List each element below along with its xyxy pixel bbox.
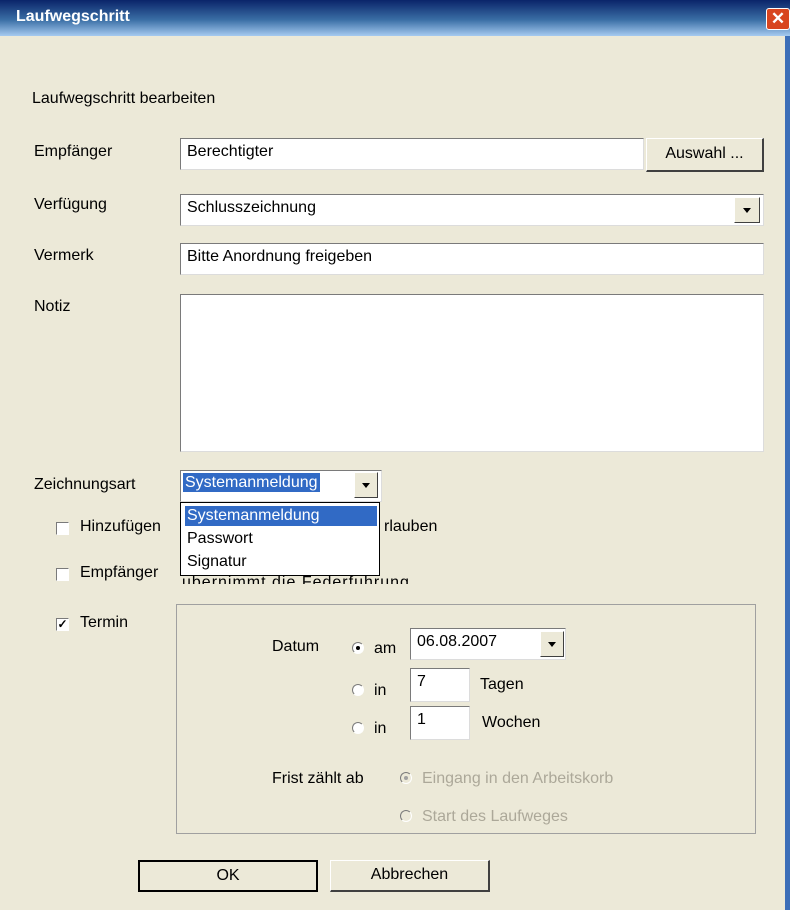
radio-am[interactable] xyxy=(352,642,364,654)
dropdown-option-systemanmeldung[interactable]: Systemanmeldung xyxy=(185,506,377,526)
frist-option-start: Start des Laufweges xyxy=(422,808,568,825)
date-value: 06.08.2007 xyxy=(417,633,498,650)
frist-label: Frist zählt ab xyxy=(272,770,364,787)
radio-in-tagen[interactable] xyxy=(352,684,364,696)
title-bar: Laufwegschritt ✕ xyxy=(0,0,790,36)
wochen-label: Wochen xyxy=(482,714,541,731)
chevron-down-icon xyxy=(548,642,556,647)
radio-frist-eingang[interactable] xyxy=(400,772,412,784)
radio-in-wochen[interactable] xyxy=(352,722,364,734)
cancel-button[interactable]: Abbrechen xyxy=(330,860,490,892)
verfuegung-dropdown-arrow[interactable] xyxy=(734,197,760,223)
zeichnungsart-label: Zeichnungsart xyxy=(34,476,136,493)
termin-label: Termin xyxy=(80,614,129,631)
zeichnungsart-select[interactable]: Systemanmeldung xyxy=(180,470,382,502)
empfaenger-label: Empfänger xyxy=(34,143,113,160)
close-icon[interactable]: ✕ xyxy=(766,8,790,30)
hinzufuegen-label-tail: rlauben xyxy=(384,518,438,535)
uebernimmt-checkbox[interactable] xyxy=(56,568,69,581)
verfuegung-label: Verfügung xyxy=(34,196,107,213)
zeichnungsart-value: Systemanmeldung xyxy=(183,473,320,492)
verfuegung-select[interactable]: Schlusszeichnung xyxy=(180,194,764,226)
hinzufuegen-checkbox[interactable] xyxy=(56,522,69,535)
am-label: am xyxy=(374,640,397,657)
chevron-down-icon xyxy=(362,483,370,488)
empfaenger-field[interactable]: Berechtigter xyxy=(180,138,644,170)
in-label-wochen: in xyxy=(374,720,387,737)
notiz-label: Notiz xyxy=(34,298,71,315)
datum-label: Datum xyxy=(272,638,320,655)
chevron-down-icon xyxy=(743,208,751,213)
hinzufuegen-label: Hinzufügen xyxy=(80,518,161,535)
window-title: Laufwegschritt xyxy=(16,8,130,25)
tagen-label: Tagen xyxy=(480,676,524,693)
notiz-textarea[interactable] xyxy=(180,294,764,452)
radio-frist-start[interactable] xyxy=(400,810,412,822)
tagen-input[interactable]: 7 xyxy=(410,668,470,702)
date-dropdown-arrow[interactable] xyxy=(540,631,564,657)
uebernimmt-label: Empfänger xyxy=(80,564,159,581)
window-frame xyxy=(785,36,790,910)
dropdown-option-passwort[interactable]: Passwort xyxy=(185,529,377,549)
dialog-heading: Laufwegschritt bearbeiten xyxy=(32,90,216,107)
zeichnungsart-dropdown-list[interactable]: Systemanmeldung Passwort Signatur xyxy=(180,502,380,576)
in-label-tagen: in xyxy=(374,682,387,699)
dropdown-option-signatur[interactable]: Signatur xyxy=(185,552,377,572)
frist-option-eingang: Eingang in den Arbeitskorb xyxy=(422,770,614,787)
termin-checkbox[interactable]: ✓ xyxy=(56,618,69,631)
verfuegung-value: Schlusszeichnung xyxy=(187,199,316,216)
wochen-input[interactable]: 1 xyxy=(410,706,470,740)
ok-button[interactable]: OK xyxy=(138,860,318,892)
zeichnungsart-dropdown-arrow[interactable] xyxy=(354,472,378,498)
vermerk-field[interactable]: Bitte Anordnung freigeben xyxy=(180,243,764,275)
vermerk-label: Vermerk xyxy=(34,247,94,264)
auswahl-button[interactable]: Auswahl ... xyxy=(646,138,764,172)
